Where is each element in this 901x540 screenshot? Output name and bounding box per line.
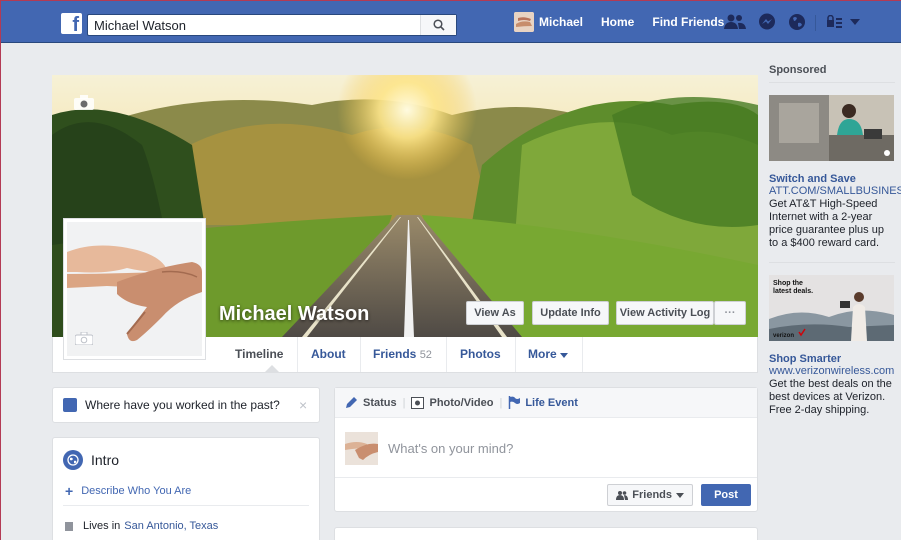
photo-video-label: Photo/Video [429, 396, 494, 409]
photo-icon [411, 396, 425, 409]
composer-body[interactable]: What's on your mind? [335, 418, 757, 478]
life-event-label: Life Event [525, 396, 578, 409]
search-button[interactable] [420, 15, 456, 35]
lives-in-row: Lives in San Antonio, Texas [65, 520, 218, 532]
divider [63, 505, 309, 506]
tab-separator: | [499, 396, 503, 409]
audience-selector-button[interactable]: Friends [607, 484, 693, 506]
nav-profile-link[interactable]: Michael [539, 15, 583, 29]
ad-att-url[interactable]: ATT.COM/SMALLBUSINESS [769, 185, 901, 198]
plus-icon: + [65, 483, 74, 499]
work-prompt-card[interactable]: Where have you worked in the past? × [52, 387, 320, 423]
view-as-button[interactable]: View As [466, 301, 524, 325]
active-tab-indicator [264, 365, 280, 373]
post-button[interactable]: Post [701, 484, 751, 506]
status-label: Status [363, 396, 397, 409]
composer-tab-status[interactable]: Status [345, 396, 397, 409]
pencil-icon [346, 397, 357, 408]
tab-timeline-label: Timeline [235, 347, 284, 361]
composer-tabs: Status | Photo/Video | Life Event [335, 388, 757, 418]
user-avatar[interactable] [514, 12, 534, 32]
nav-home-link[interactable]: Home [601, 15, 634, 29]
svg-text:latest deals.: latest deals. [773, 288, 813, 295]
ad-verizon-image-text: Shop the [773, 280, 803, 287]
tab-more[interactable]: More [514, 337, 584, 372]
profile-picture[interactable] [63, 218, 206, 360]
att-ad-photo [769, 95, 894, 161]
audience-label: Friends [632, 489, 672, 501]
ad-att-description: Get AT&T High-Speed Internet with a 2-ye… [769, 198, 884, 249]
chevron-down-icon [676, 492, 684, 498]
composer-footer: Friends Post [335, 477, 757, 511]
search-icon [432, 19, 445, 31]
ad-att-title[interactable]: Switch and Save [769, 173, 895, 185]
view-activity-log-button[interactable]: View Activity Log [616, 301, 714, 325]
verizon-ad-photo: Shop the latest deals. verizon [769, 275, 894, 341]
sponsored-column: Sponsored Switch and Save ATT.COM/SMALLB… [769, 64, 901, 417]
notifications-globe-icon[interactable] [788, 13, 806, 31]
briefcase-icon [63, 398, 77, 412]
composer-tab-photo-video[interactable]: Photo/Video [411, 396, 494, 409]
tab-photos[interactable]: Photos [446, 337, 516, 372]
ad-att[interactable]: Switch and Save ATT.COM/SMALLBUSINESS Ge… [769, 95, 901, 250]
top-navigation-bar: f Michael Watson Michael Home Find Frien… [1, 1, 901, 43]
privacy-shortcuts-icon[interactable] [826, 15, 844, 29]
friend-requests-icon[interactable] [724, 13, 746, 31]
friends-count: 52 [419, 349, 432, 361]
tab-about[interactable]: About [297, 337, 361, 372]
tab-friends[interactable]: Friends 52 [359, 337, 447, 372]
update-info-button[interactable]: Update Info [532, 301, 609, 325]
chevron-down-icon [560, 353, 569, 358]
more-options-button[interactable]: ··· [714, 301, 746, 325]
svg-text:verizon: verizon [773, 333, 794, 339]
ad-verizon[interactable]: Shop the latest deals. verizon Shop Smar… [769, 275, 895, 417]
nav-find-friends-link[interactable]: Find Friends [652, 15, 724, 29]
intro-title: Intro [91, 452, 120, 468]
search-bar[interactable]: Michael Watson [87, 14, 457, 36]
post-composer: Status | Photo/Video | Life Event What's… [334, 387, 758, 512]
tab-separator: | [402, 396, 406, 409]
ad-verizon-title[interactable]: Shop Smarter [769, 353, 895, 365]
update-cover-camera-icon[interactable] [74, 95, 94, 113]
notification-icons [724, 13, 806, 31]
flag-icon [509, 396, 521, 409]
facebook-logo-icon[interactable]: f [61, 13, 82, 34]
lives-in-label: Lives in [83, 520, 121, 532]
update-profile-picture-camera-icon[interactable] [74, 331, 94, 348]
tab-photos-label: Photos [460, 347, 501, 361]
ad-att-image[interactable] [769, 95, 894, 161]
nav-separator [815, 15, 816, 31]
timeline-post-card [334, 527, 758, 540]
close-icon[interactable]: × [299, 397, 319, 413]
work-prompt-text[interactable]: Where have you worked in the past? [85, 398, 299, 412]
settings-menu[interactable] [826, 15, 860, 29]
intro-card: Intro + Describe Who You Are Lives in Sa… [52, 437, 320, 540]
describe-link-label: Describe Who You Are [81, 485, 192, 497]
tab-more-label: More [528, 347, 557, 361]
messages-icon[interactable] [758, 13, 776, 31]
composer-avatar [345, 431, 378, 465]
home-icon [65, 521, 73, 531]
tab-timeline[interactable]: Timeline [221, 337, 299, 372]
sponsored-heading: Sponsored [769, 64, 895, 83]
tab-about-label: About [311, 347, 346, 361]
composer-tab-life-event[interactable]: Life Event [508, 396, 578, 409]
describe-who-you-are-link[interactable]: + Describe Who You Are [65, 483, 191, 499]
divider [769, 262, 895, 263]
profile-name[interactable]: Michael Watson [219, 303, 369, 326]
search-input[interactable]: Michael Watson [88, 18, 420, 33]
intro-header: Intro [63, 450, 119, 470]
status-input[interactable]: What's on your mind? [388, 441, 513, 456]
ad-verizon-image[interactable]: Shop the latest deals. verizon [769, 275, 894, 341]
top-nav-links: Michael Home Find Friends [514, 1, 742, 43]
friends-icon [616, 491, 629, 500]
lives-in-city-link[interactable]: San Antonio, Texas [124, 520, 218, 532]
account-menu-chevron-down-icon[interactable] [850, 19, 860, 25]
tab-friends-label: Friends [373, 347, 417, 361]
ad-verizon-description: Get the best deals on the best devices a… [769, 378, 892, 416]
globe-icon [63, 450, 83, 470]
ad-verizon-url[interactable]: www.verizonwireless.com [769, 365, 895, 378]
